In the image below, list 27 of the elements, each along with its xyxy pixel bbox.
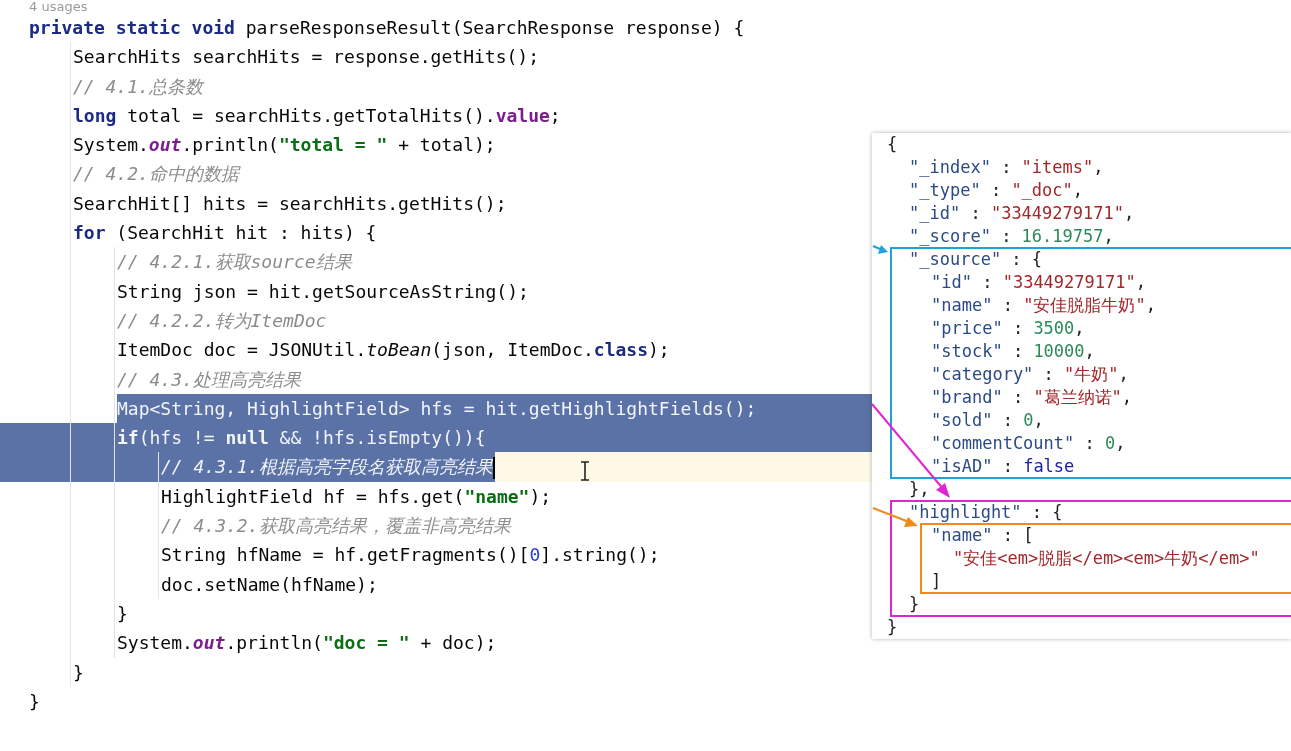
json-line: "_id" : "33449279171",	[909, 202, 1135, 225]
json-line: }	[909, 593, 920, 616]
json-line: "sold" : 0,	[931, 409, 1044, 432]
json-line: "isAD" : false	[931, 455, 1075, 478]
json-line: "commentCount" : 0,	[931, 432, 1126, 455]
json-line: "_score" : 16.19757,	[909, 225, 1114, 248]
json-line: },	[909, 478, 930, 501]
json-line: ]	[931, 570, 942, 593]
json-line: "stock" : 10000,	[931, 340, 1095, 363]
json-line: "brand" : "葛兰纳诺",	[931, 386, 1133, 409]
json-line: "_source" : {	[909, 248, 1043, 271]
json-line: {	[887, 133, 898, 156]
text-cursor-icon	[580, 461, 590, 481]
json-line: "category" : "牛奶",	[931, 363, 1129, 386]
json-line: "安佳<em>脱脂</em><em>牛奶</em>"	[953, 547, 1260, 570]
json-line: "id" : "33449279171",	[931, 271, 1146, 294]
json-line: "name" : [	[931, 524, 1034, 547]
code-line: }	[28, 689, 41, 714]
json-line: }	[887, 616, 898, 639]
json-line: "_index" : "items",	[909, 156, 1104, 179]
usages-hint[interactable]: 4 usages	[29, 0, 88, 13]
json-line: "price" : 3500,	[931, 317, 1085, 340]
json-line: "name" : "安佳脱脂牛奶",	[931, 294, 1156, 317]
code-line: private static void parseResponseResult(SearchResponse response) {	[28, 16, 746, 40]
json-line: "_type" : "_doc",	[909, 179, 1084, 202]
annotation-arrow	[872, 245, 888, 254]
json-line: "highlight" : {	[909, 501, 1063, 524]
